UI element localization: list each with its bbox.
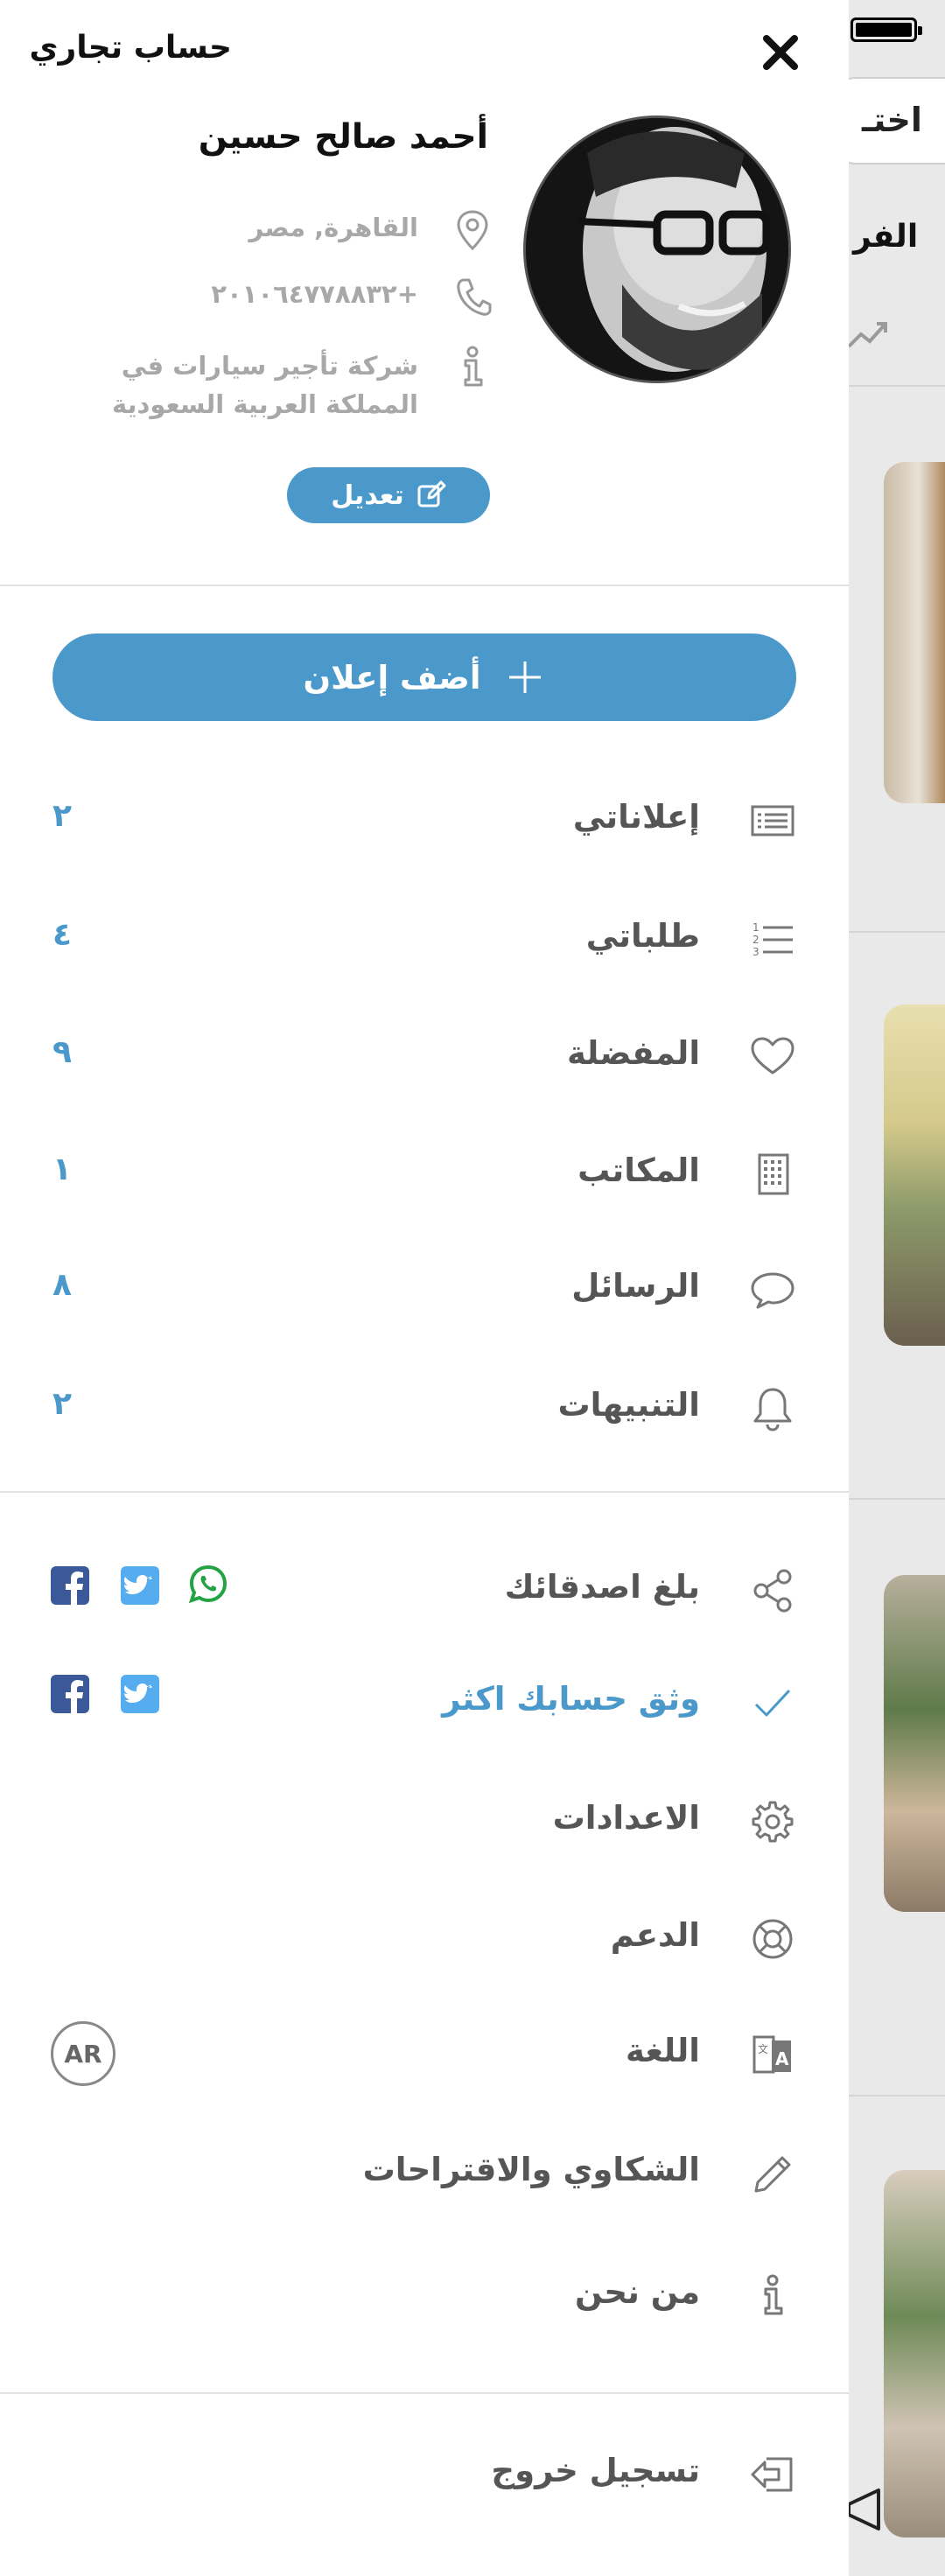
menu-item-settings[interactable]: الاعدادات	[0, 1778, 849, 1866]
menu-item-language[interactable]: 文 A اللغة	[0, 2011, 849, 2098]
menu-label: تسجيل خروج	[491, 2452, 700, 2489]
twitter-icon[interactable]	[121, 1675, 159, 1713]
svg-text:A: A	[775, 2048, 789, 2069]
bell-icon	[753, 1388, 792, 1432]
menu-count-badge: ٩	[52, 1034, 72, 1070]
check-icon	[754, 1689, 791, 1717]
twitter-icon[interactable]	[121, 1566, 159, 1605]
edit-profile-label: تعديل	[331, 480, 404, 511]
menu-label: الشكاوي والاقتراحات	[362, 2151, 700, 2188]
avatar[interactable]	[523, 116, 791, 383]
menu-label: اللغة	[625, 2032, 700, 2069]
divider	[0, 2392, 849, 2394]
menu-label: الدعم	[610, 1916, 700, 1954]
facebook-icon[interactable]	[51, 1566, 89, 1605]
add-ad-button[interactable]: أضف إعلان	[52, 634, 796, 721]
avatar-photo	[526, 118, 788, 381]
menu-label: بلغ اصدقائك	[504, 1568, 700, 1606]
background-divider	[849, 2095, 945, 2096]
menu-count-badge: ١	[52, 1152, 72, 1187]
building-icon	[758, 1153, 789, 1195]
numbered-list-icon: 1 2 3	[752, 921, 793, 958]
edit-icon	[417, 480, 446, 508]
language-badge[interactable]: AR	[51, 2021, 116, 2086]
account-type-title: حساب تجاري	[29, 30, 232, 66]
phone-icon	[457, 278, 492, 316]
profile-name: أحمد صالح حسين	[198, 117, 488, 157]
background-divider	[849, 1498, 945, 1500]
menu-item-messages[interactable]: الرسائل ٨	[0, 1246, 849, 1334]
menu-item-logout[interactable]: تسجيل خروج	[0, 2431, 849, 2518]
divider	[0, 1491, 849, 1493]
background-listing-image	[884, 462, 945, 803]
menu-label: المكاتب	[578, 1152, 700, 1189]
profile-location: القاهرة, مصر	[248, 213, 418, 242]
translate-icon: 文 A	[752, 2035, 791, 2074]
menu-label: إعلاناتي	[572, 798, 700, 836]
background-listing-image	[884, 2170, 945, 2538]
menu-label: من نحن	[575, 2273, 700, 2311]
plus-icon	[508, 662, 541, 693]
menu-item-support[interactable]: الدعم	[0, 1895, 849, 1983]
menu-count-badge: ٤	[52, 917, 72, 953]
menu-label: الرسائل	[571, 1267, 700, 1305]
heart-icon	[751, 1037, 794, 1074]
background-divider	[849, 385, 945, 387]
menu-item-about[interactable]: من نحن	[0, 2252, 849, 2340]
lifebuoy-icon	[752, 1919, 793, 1959]
location-pin-icon	[457, 210, 488, 251]
menu-label: الاعدادات	[552, 1799, 700, 1837]
menu-item-notifications[interactable]: التنبيهات ٢	[0, 1365, 849, 1452]
edit-profile-button[interactable]: تعديل	[287, 467, 490, 523]
menu-item-favorites[interactable]: المفضلة ٩	[0, 1013, 849, 1101]
background-listing-image	[884, 1575, 945, 1912]
battery-icon	[850, 18, 922, 42]
menu-label: التنبيهات	[557, 1386, 701, 1424]
menu-label: المفضلة	[566, 1034, 700, 1072]
background-tab-label: الفر	[853, 219, 919, 255]
background-divider	[849, 931, 945, 933]
divider	[0, 584, 849, 586]
profile-company: شركة تأجير سيارات في المملكة العربية الس…	[112, 351, 418, 419]
gear-icon	[752, 1801, 794, 1843]
menu-item-complaints[interactable]: الشكاوي والاقتراحات	[0, 2130, 849, 2217]
menu-item-my-ads[interactable]: إعلاناتي ٢	[0, 777, 849, 864]
megaphone-icon	[847, 2488, 880, 2530]
trend-icon	[847, 322, 887, 348]
background-filter-label: اختـ	[862, 101, 922, 139]
svg-text:2: 2	[752, 934, 760, 946]
svg-text:1: 1	[752, 921, 760, 934]
profile-phone: +٢٠١٠٦٤٧٧٨٨٣٢	[211, 279, 418, 309]
whatsapp-icon[interactable]	[189, 1564, 228, 1603]
list-icon	[751, 805, 794, 836]
menu-count-badge: ٢	[52, 798, 72, 834]
menu-item-my-requests[interactable]: 1 2 3 طلباتي ٤	[0, 896, 849, 984]
navigation-drawer: حساب تجاري أحمد صالح حسين القاهرة, مصر +…	[0, 0, 849, 2576]
info-icon	[464, 346, 483, 387]
share-icon	[753, 1569, 792, 1613]
logout-icon	[751, 2457, 793, 2492]
svg-text:3: 3	[752, 946, 760, 958]
menu-count-badge: ٢	[52, 1386, 72, 1422]
menu-label: طلباتي	[585, 917, 700, 955]
facebook-icon[interactable]	[51, 1675, 89, 1713]
chat-bubble-icon	[751, 1272, 794, 1309]
menu-count-badge: ٨	[52, 1267, 72, 1303]
menu-label: وثق حسابك اكثر	[442, 1680, 700, 1718]
info-icon	[764, 2274, 783, 2315]
pencil-icon	[754, 2156, 791, 2193]
menu-item-offices[interactable]: المكاتب ١	[0, 1130, 849, 1218]
background-listing-image	[884, 1004, 945, 1346]
add-ad-label: أضف إعلان	[303, 658, 481, 696]
close-icon[interactable]	[758, 30, 803, 75]
svg-text:文: 文	[758, 2042, 768, 2055]
